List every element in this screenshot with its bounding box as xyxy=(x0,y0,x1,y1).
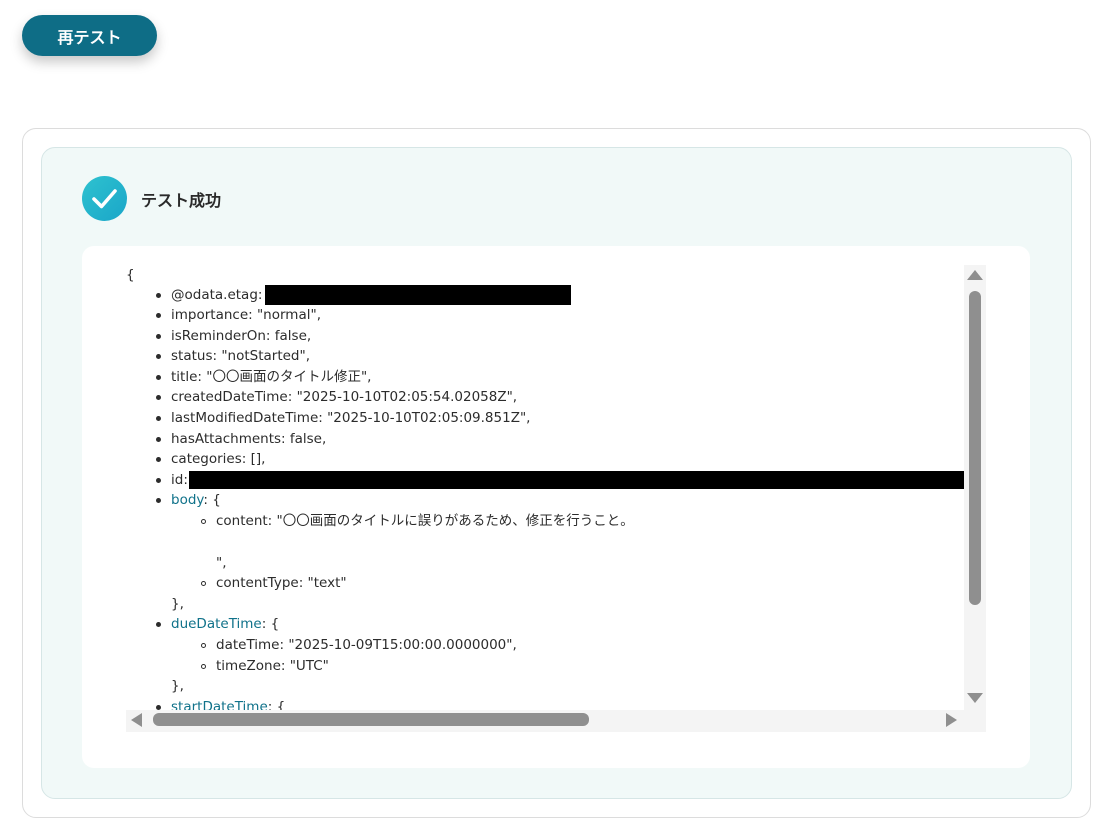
redacted-id xyxy=(189,471,964,489)
scroll-up-arrow-icon[interactable] xyxy=(967,270,983,280)
circle-bullet-icon xyxy=(201,664,206,669)
scroll-right-arrow-icon[interactable] xyxy=(946,713,957,727)
redacted-etag xyxy=(265,285,571,305)
field-body-content-end: ", xyxy=(216,555,227,571)
retest-button[interactable]: 再テスト xyxy=(22,15,157,56)
field-created-date-time: createdDateTime: "2025-10-10T02:05:54.02… xyxy=(171,389,518,405)
bullet-icon xyxy=(156,498,161,503)
due-date-time-key[interactable]: dueDateTime xyxy=(171,616,262,632)
body-open: : { xyxy=(203,492,221,508)
start-date-time-key[interactable]: startDateTime xyxy=(171,699,268,710)
field-due-date-time-value: dateTime: "2025-10-09T15:00:00.0000000", xyxy=(216,637,517,653)
field-importance: importance: "normal", xyxy=(171,307,321,323)
due-open: : { xyxy=(261,616,280,632)
bullet-icon xyxy=(156,622,161,627)
bullet-icon xyxy=(156,437,161,442)
field-title: title: "〇〇画面のタイトル修正", xyxy=(171,369,372,385)
body-close: }, xyxy=(171,596,184,612)
field-odata-etag: @odata.etag: xyxy=(171,287,263,303)
bullet-icon xyxy=(156,478,161,483)
scroll-left-arrow-icon[interactable] xyxy=(131,713,142,727)
circle-bullet-icon xyxy=(201,519,206,524)
field-body: body: { xyxy=(171,490,221,510)
bullet-icon xyxy=(156,416,161,421)
scroll-down-arrow-icon[interactable] xyxy=(967,693,983,703)
field-has-attachments: hasAttachments: false, xyxy=(171,431,327,447)
field-categories: categories: [], xyxy=(171,451,266,467)
bullet-icon xyxy=(156,354,161,359)
bullet-icon xyxy=(156,313,161,318)
field-due-time-zone: timeZone: "UTC" xyxy=(216,658,329,674)
json-viewport[interactable]: { @odata.etag: importance: "normal", isR… xyxy=(126,265,964,710)
field-id: id: xyxy=(171,472,188,488)
horizontal-scroll-thumb[interactable] xyxy=(153,713,589,726)
bullet-icon xyxy=(156,457,161,462)
field-due-date-time: dueDateTime: { xyxy=(171,614,279,634)
field-body-content-type: contentType: "text" xyxy=(216,575,347,591)
test-success-title: テスト成功 xyxy=(141,191,222,210)
bullet-icon xyxy=(156,293,161,298)
field-body-content: content: "〇〇画面のタイトルに誤りがあるため、修正を行うこと。 xyxy=(216,513,634,529)
field-is-reminder-on: isReminderOn: false, xyxy=(171,328,312,344)
vertical-scroll-thumb[interactable] xyxy=(969,291,981,605)
field-last-modified-date-time: lastModifiedDateTime: "2025-10-10T02:05:… xyxy=(171,410,531,426)
check-circle-icon xyxy=(82,176,127,221)
circle-bullet-icon xyxy=(201,581,206,586)
field-start-date-time: startDateTime: { xyxy=(171,697,285,710)
bullet-icon xyxy=(156,375,161,380)
due-close: }, xyxy=(171,678,184,694)
body-key[interactable]: body xyxy=(171,492,203,508)
field-status: status: "notStarted", xyxy=(171,348,310,364)
bullet-icon xyxy=(156,334,161,339)
circle-bullet-icon xyxy=(201,643,206,648)
start-open: : { xyxy=(267,699,286,710)
bullet-icon xyxy=(156,395,161,400)
json-open-brace: { xyxy=(126,267,135,283)
